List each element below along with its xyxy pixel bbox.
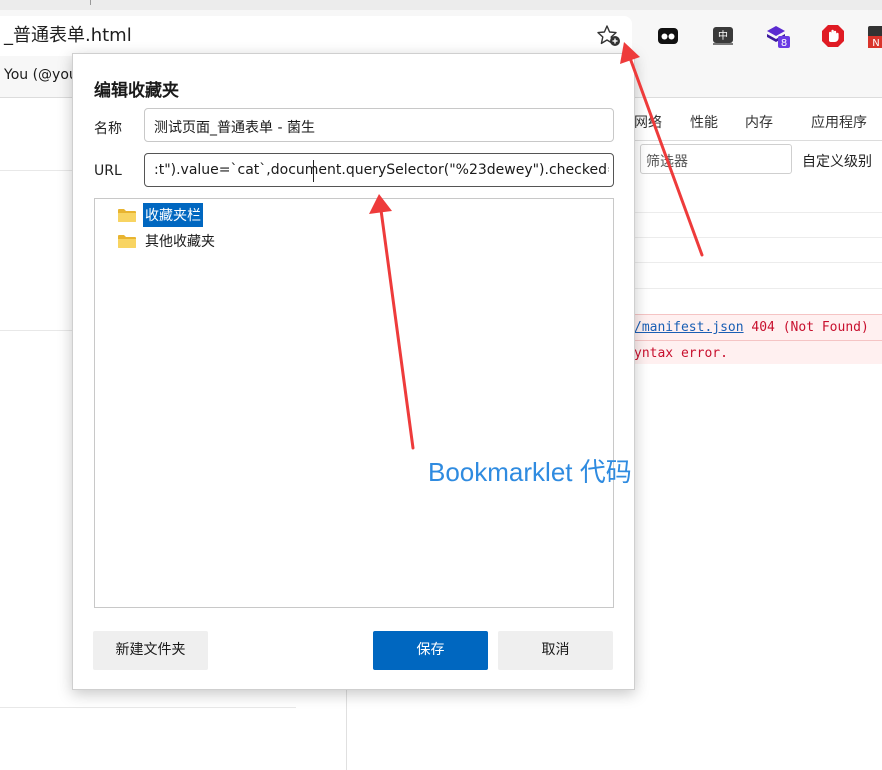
page-divider [0, 330, 72, 331]
folder-item-other-favorites[interactable]: 其他收藏夹 [117, 229, 217, 253]
dialog-title: 编辑收藏夹 [94, 81, 179, 101]
console-error-message: /manifest.json 404 (Not Found) [634, 320, 869, 335]
console-row-divider [634, 212, 882, 213]
ext-icon-2[interactable]: 中 [711, 24, 735, 48]
save-button[interactable]: 保存 [373, 631, 488, 670]
tab-performance[interactable]: 性能 [690, 112, 718, 132]
tab-separator [90, 0, 91, 5]
log-level-dropdown[interactable]: 自定义级别 [802, 151, 872, 171]
folder-icon [118, 209, 136, 222]
page-divider [0, 707, 296, 708]
new-folder-button[interactable]: 新建文件夹 [93, 631, 208, 670]
folder-item-favorites-bar[interactable]: 收藏夹栏 [117, 203, 203, 227]
manifest-link[interactable]: /manifest.json [634, 320, 744, 335]
console-error-message: yntax error. [634, 346, 728, 361]
tab-memory[interactable]: 内存 [745, 112, 773, 132]
url-field[interactable]: :t").value=`cat`,document.querySelector(… [144, 153, 614, 187]
url-field-value: :t").value=`cat`,document.querySelector(… [154, 162, 609, 178]
annotation-label: Bookmarklet 代码 [428, 457, 632, 487]
svg-text:中: 中 [718, 29, 728, 42]
ext-icon-3[interactable]: 8 [766, 24, 790, 48]
console-row-divider [634, 237, 882, 238]
folder-tree[interactable]: 收藏夹栏 其他收藏夹 [94, 198, 614, 608]
folder-label: 其他收藏夹 [145, 234, 215, 250]
console-row-divider [634, 288, 882, 289]
error-status: 404 (Not Found) [743, 320, 869, 335]
cancel-button[interactable]: 取消 [498, 631, 613, 670]
ext-icon-5[interactable]: N [868, 24, 882, 48]
name-label: 名称 [94, 121, 122, 137]
url-label: URL [94, 163, 122, 179]
folder-icon [118, 235, 136, 248]
console-filter-placeholder: 筛选器 [646, 154, 688, 170]
ext-icon-4[interactable] [821, 24, 845, 48]
devtools-border [346, 690, 347, 770]
bookmark-bar-item[interactable]: You (@you [4, 67, 78, 83]
svg-text:N: N [872, 38, 879, 48]
text-caret [313, 160, 314, 182]
tab-application[interactable]: 应用程序 [811, 112, 867, 132]
title-bar-strip [0, 0, 882, 10]
ext-icon-1[interactable] [656, 24, 680, 48]
console-row-divider [634, 262, 882, 263]
tab-network[interactable]: 网络 [634, 112, 662, 132]
name-field[interactable]: 测试页面_普通表单 - 菌生 [144, 108, 614, 142]
name-field-value: 测试页面_普通表单 - 菌生 [154, 120, 315, 136]
edit-favorite-dialog: 编辑收藏夹 名称 测试页面_普通表单 - 菌生 URL :t").value=`… [72, 53, 635, 690]
address-text[interactable]: _普通表单.html [4, 21, 132, 47]
svg-text:8: 8 [781, 38, 787, 48]
add-favorite-star-icon[interactable] [596, 24, 622, 48]
page-divider [0, 170, 72, 171]
folder-label: 收藏夹栏 [143, 203, 203, 227]
